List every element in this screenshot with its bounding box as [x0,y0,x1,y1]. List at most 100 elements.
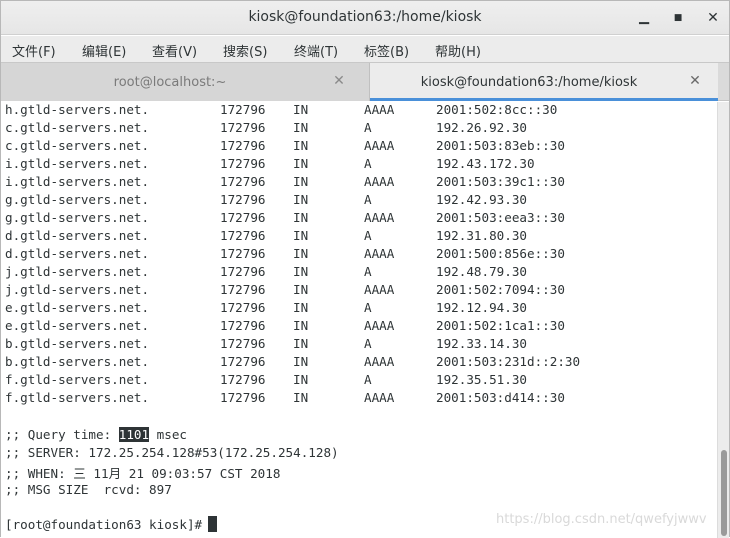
record-ttl: 172796 [220,192,266,207]
record-ttl: 172796 [220,372,266,387]
server-line: ;; SERVER: 172.25.254.128#53(172.25.254.… [5,445,339,460]
record-type: AAAA [364,318,395,333]
record-address: 2001:503:39c1::30 [436,174,565,189]
record-name: j.gtld-servers.net. [5,264,150,279]
scrollbar-thumb[interactable] [721,450,727,536]
when-line: ;; WHEN: 三 11月 21 09:03:57 CST 2018 [5,466,281,481]
shell-prompt[interactable]: [root@foundation63 kiosk]# [5,516,218,532]
record-address: 192.43.172.30 [436,156,535,171]
record-type: A [364,228,372,243]
menu-view[interactable]: 查看(V) [152,41,197,60]
record-type: A [364,300,372,315]
record-ttl: 172796 [220,318,266,333]
terminal-output[interactable]: h.gtld-servers.net. 172796 IN AAAA 2001:502:… [1,102,717,538]
record-type: AAAA [364,354,395,369]
record-ttl: 172796 [220,120,266,135]
menu-search[interactable]: 搜索(S) [223,41,267,60]
record-address: 192.31.80.30 [436,228,527,243]
record-name: d.gtld-servers.net. [5,228,150,243]
record-address: 2001:503:83eb::30 [436,138,565,153]
prompt-text: [root@foundation63 kiosk]# [5,517,203,532]
menu-terminal[interactable]: 终端(T) [294,41,338,60]
record-address: 192.35.51.30 [436,372,527,387]
menu-tabs[interactable]: 标签(B) [364,41,409,60]
record-ttl: 172796 [220,354,266,369]
record-ttl: 172796 [220,282,266,297]
record-type: AAAA [364,102,395,117]
tab-close-icon[interactable]: ✕ [687,73,703,89]
terminal-window: kiosk@foundation63:/home/kiosk ▁ ■ ✕ 文件(… [0,0,730,538]
record-type: A [364,264,372,279]
record-type: AAAA [364,138,395,153]
record-type: A [364,192,372,207]
close-window-button[interactable]: ✕ [702,7,724,29]
record-ttl: 172796 [220,210,266,225]
record-address: 2001:502:7094::30 [436,282,565,297]
menu-help[interactable]: 帮助(H) [435,41,481,60]
window-title: kiosk@foundation63:/home/kiosk [248,9,482,25]
tab-root-localhost[interactable]: root@localhost:~ ✕ [1,63,370,101]
tab-bar: root@localhost:~ ✕ kiosk@foundation63:/h… [1,62,729,101]
record-name: i.gtld-servers.net. [5,174,150,189]
record-type: A [364,120,372,135]
record-class: IN [293,372,309,387]
record-class: IN [293,174,309,189]
record-name: b.gtld-servers.net. [5,354,150,369]
record-type: AAAA [364,210,395,225]
record-class: IN [293,246,309,261]
watermark: https://blog.csdn.net/qwefyjwwv [496,512,707,527]
text-cursor [208,516,218,532]
title-bar[interactable]: kiosk@foundation63:/home/kiosk ▁ ■ ✕ [1,1,729,35]
record-name: g.gtld-servers.net. [5,210,150,225]
tab-kiosk-foundation63[interactable]: kiosk@foundation63:/home/kiosk ✕ [370,63,718,101]
query-time-unit: msec [149,427,187,442]
query-time-label: ;; Query time: [5,427,119,442]
record-address: 192.26.92.30 [436,120,527,135]
record-address: 192.12.94.30 [436,300,527,315]
menu-file[interactable]: 文件(F) [12,41,56,60]
record-class: IN [293,192,309,207]
record-class: IN [293,336,309,351]
record-class: IN [293,318,309,333]
record-ttl: 172796 [220,246,266,261]
record-ttl: 172796 [220,300,266,315]
record-name: f.gtld-servers.net. [5,372,150,387]
tab-close-icon[interactable]: ✕ [331,73,347,89]
record-type: A [364,336,372,351]
record-address: 2001:500:856e::30 [436,246,565,261]
record-ttl: 172796 [220,156,266,171]
record-class: IN [293,390,309,405]
record-address: 2001:502:8cc::30 [436,102,558,117]
record-ttl: 172796 [220,390,266,405]
record-address: 2001:503:eea3::30 [436,210,565,225]
record-name: c.gtld-servers.net. [5,120,150,135]
record-name: b.gtld-servers.net. [5,336,150,351]
menu-edit[interactable]: 编辑(E) [82,41,126,60]
record-name: f.gtld-servers.net. [5,390,150,405]
menu-bar: 文件(F) 编辑(E) 查看(V) 搜索(S) 终端(T) 标签(B) 帮助(H… [1,36,729,62]
record-ttl: 172796 [220,264,266,279]
record-ttl: 172796 [220,102,266,117]
minimize-button[interactable]: ▁ [633,7,655,29]
record-class: IN [293,210,309,225]
record-address: 192.42.93.30 [436,192,527,207]
record-class: IN [293,156,309,171]
tab-label: kiosk@foundation63:/home/kiosk [420,75,638,90]
record-type: AAAA [364,282,395,297]
record-type: A [364,156,372,171]
maximize-button[interactable]: ■ [667,7,689,29]
query-time-line: ;; Query time: 1101 msec [5,427,187,442]
record-ttl: 172796 [220,228,266,243]
record-address: 2001:503:d414::30 [436,390,565,405]
record-address: 2001:502:1ca1::30 [436,318,565,333]
record-class: IN [293,264,309,279]
record-ttl: 172796 [220,336,266,351]
tab-label: root@localhost:~ [113,75,227,90]
selected-text: 1101 [118,427,150,442]
vertical-scrollbar[interactable] [717,102,729,538]
record-name: i.gtld-servers.net. [5,156,150,171]
record-name: e.gtld-servers.net. [5,300,150,315]
record-ttl: 172796 [220,138,266,153]
record-address: 192.48.79.30 [436,264,527,279]
record-name: d.gtld-servers.net. [5,246,150,261]
